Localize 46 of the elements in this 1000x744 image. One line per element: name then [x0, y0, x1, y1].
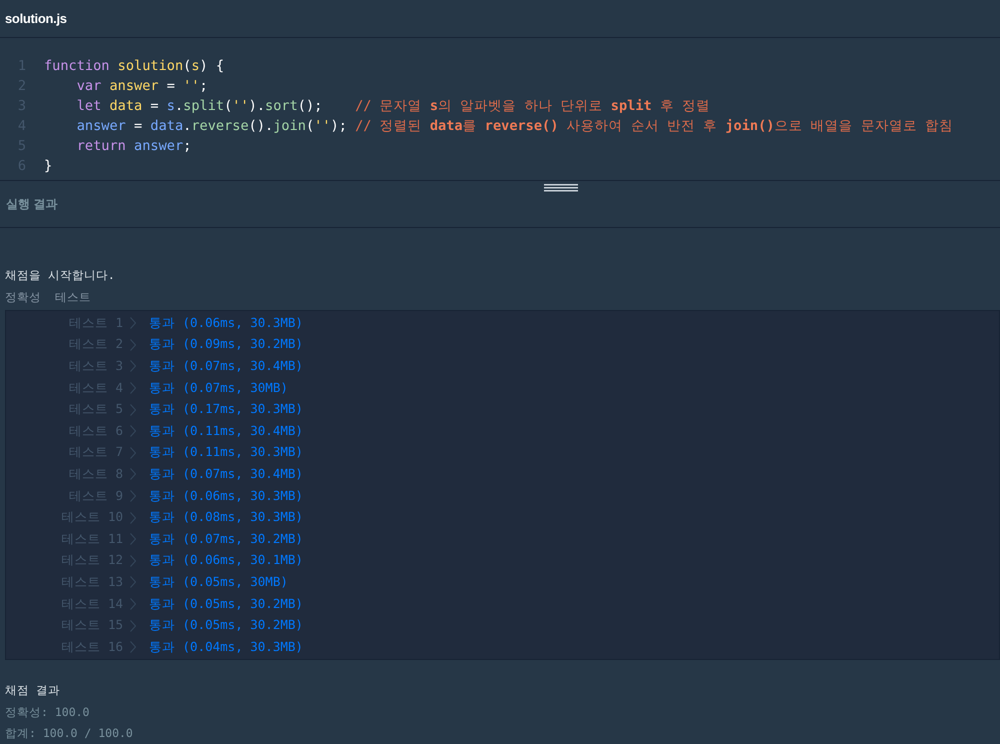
test-result: 통과 (0.11ms, 30.4MB) — [149, 422, 303, 440]
status-message: 채점을 시작합니다. — [5, 266, 116, 284]
accuracy-score: 정확성: 100.0 — [5, 704, 90, 721]
code-line: var answer = ''; — [76, 78, 208, 94]
test-result: 통과 (0.05ms, 30.2MB) — [149, 617, 303, 634]
test-result: 통과 (0.09ms, 30.2MB) — [149, 336, 303, 354]
chevron-right-icon — [130, 425, 136, 438]
chevron-right-icon — [130, 382, 136, 394]
chevron-right-icon — [130, 598, 136, 610]
chevron-right-icon — [130, 446, 136, 459]
test-result: 통과 (0.07ms, 30.4MB) — [149, 466, 303, 483]
chevron-right-icon — [130, 404, 136, 416]
chevron-right-icon — [130, 533, 136, 546]
chevron-right-icon — [130, 360, 136, 372]
code-line: answer = data.reverse().join(''); // 정렬된 data를 reverse() 사용하여 순서 반전 후 join()으로 배열을 문자열로 합침 — [76, 116, 954, 135]
chevron-right-icon — [130, 641, 136, 654]
chevron-right-icon — [130, 512, 136, 524]
test-result: 통과 (0.07ms, 30.4MB) — [149, 358, 303, 375]
chevron-right-icon — [130, 490, 136, 502]
total-score: 합계: 100.0 / 100.0 — [5, 724, 134, 742]
test-result: 통과 (0.17ms, 30.3MB) — [149, 401, 303, 418]
chevron-right-icon — [130, 317, 136, 330]
code-line: let data = s.split('').sort(); // 문자열 s의 알파벳을 하나 단위로 split 후 정렬 — [76, 96, 710, 115]
file-title: solution.js — [5, 10, 67, 26]
test-result: 통과 (0.06ms, 30.1MB) — [149, 552, 303, 570]
section-title: 실행 결과 — [6, 196, 58, 213]
test-group-title: 정확성 테스트 — [5, 288, 92, 306]
test-result: 통과 (0.06ms, 30.3MB) — [149, 488, 303, 505]
resize-handle-icon[interactable] — [544, 183, 578, 192]
test-result: 통과 (0.07ms, 30.2MB) — [149, 530, 303, 548]
score-title: 채점 결과 — [5, 682, 61, 700]
chevron-right-icon — [130, 468, 136, 480]
chevron-right-icon — [130, 576, 136, 588]
code-line: function solution(s) { — [44, 58, 224, 74]
test-result: 통과 (0.11ms, 30.3MB) — [149, 444, 303, 462]
chevron-right-icon — [130, 338, 136, 351]
test-result: 통과 (0.05ms, 30.2MB) — [149, 596, 303, 612]
chevron-right-icon — [130, 554, 136, 567]
test-result: 통과 (0.06ms, 30.3MB) — [149, 314, 303, 332]
test-result: 통과 (0.05ms, 30MB) — [149, 574, 288, 591]
test-result: 통과 (0.07ms, 30MB) — [149, 380, 288, 397]
code-line: } — [44, 158, 52, 174]
test-result: 통과 (0.04ms, 30.3MB) — [149, 638, 303, 656]
chevron-right-icon — [130, 620, 136, 632]
test-result: 통과 (0.08ms, 30.3MB) — [149, 509, 303, 526]
code-line: return answer; — [76, 138, 192, 154]
